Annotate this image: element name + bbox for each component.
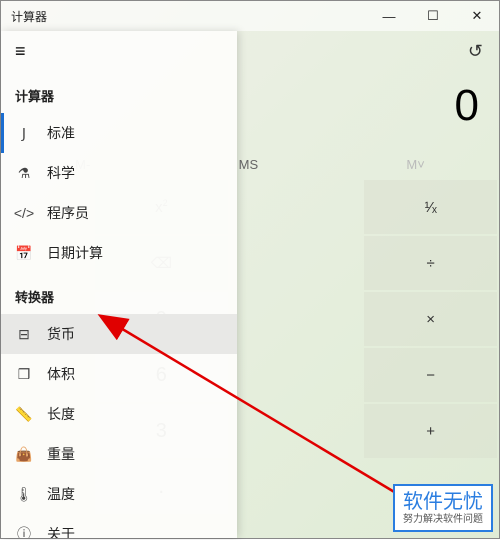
sidebar-item-label: 日期计算 bbox=[47, 243, 103, 263]
key-subtract[interactable]: − bbox=[364, 348, 497, 402]
sidebar-item-temperature[interactable]: 🌡 温度 bbox=[1, 474, 237, 514]
key-reciprocal[interactable]: ¹⁄ₓ bbox=[364, 180, 497, 234]
sidebar-item-label: 关于 bbox=[47, 524, 75, 538]
key-multiply[interactable]: × bbox=[364, 292, 497, 346]
watermark: 软件无忧 努力解决软件问题 bbox=[393, 484, 493, 532]
sidebar-item-weight[interactable]: 👜 重量 bbox=[1, 434, 237, 474]
standard-icon: 𝖩 bbox=[15, 125, 33, 142]
app-window: 计算器 — ☐ ✕ ↺ 0 M- MS M˅ x2 ¹⁄ₓ ⌫ ÷ 9 × 6 … bbox=[0, 0, 500, 539]
nav-sidebar: ≡ 计算器 𝖩 标准 ⚗ 科学 </> 程序员 📅 日期计算 转换器 ⊟ 货币 … bbox=[1, 31, 237, 538]
sidebar-item-standard[interactable]: 𝖩 标准 bbox=[1, 113, 237, 153]
key-spacer bbox=[230, 180, 363, 234]
history-icon[interactable]: ↺ bbox=[468, 41, 483, 62]
memory-store[interactable]: MS bbox=[239, 157, 259, 172]
sidebar-item-scientific[interactable]: ⚗ 科学 bbox=[1, 153, 237, 193]
info-icon: ⓘ bbox=[15, 524, 33, 538]
key-spacer bbox=[230, 236, 363, 290]
key-add[interactable]: + bbox=[364, 404, 497, 458]
flask-icon: ⚗ bbox=[15, 165, 33, 182]
section-converter: 转换器 bbox=[1, 273, 237, 314]
window-title: 计算器 bbox=[1, 8, 47, 25]
sidebar-item-label: 标准 bbox=[47, 123, 75, 143]
key-spacer bbox=[230, 404, 363, 458]
sidebar-item-currency[interactable]: ⊟ 货币 bbox=[1, 314, 237, 354]
sidebar-item-label: 程序员 bbox=[47, 203, 89, 223]
sidebar-item-label: 温度 bbox=[47, 484, 75, 504]
key-spacer bbox=[230, 292, 363, 346]
watermark-subtitle: 努力解决软件问题 bbox=[403, 514, 483, 526]
sidebar-item-volume[interactable]: ❒ 体积 bbox=[1, 354, 237, 394]
sidebar-item-date[interactable]: 📅 日期计算 bbox=[1, 233, 237, 273]
thermometer-icon: 🌡 bbox=[15, 486, 33, 503]
sidebar-item-length[interactable]: 📏 长度 bbox=[1, 394, 237, 434]
key-spacer bbox=[230, 460, 363, 514]
hamburger-icon[interactable]: ≡ bbox=[1, 31, 237, 72]
minimize-button[interactable]: — bbox=[367, 1, 411, 31]
sidebar-item-label: 科学 bbox=[47, 163, 75, 183]
memory-dim: M˅ bbox=[406, 157, 424, 172]
close-button[interactable]: ✕ bbox=[455, 1, 499, 31]
key-divide[interactable]: ÷ bbox=[364, 236, 497, 290]
ruler-icon: 📏 bbox=[15, 406, 33, 423]
cube-icon: ❒ bbox=[15, 366, 33, 383]
calendar-icon: 📅 bbox=[15, 245, 33, 262]
sidebar-item-programmer[interactable]: </> 程序员 bbox=[1, 193, 237, 233]
sidebar-item-label: 重量 bbox=[47, 444, 75, 464]
watermark-title: 软件无忧 bbox=[403, 490, 483, 514]
sidebar-item-label: 体积 bbox=[47, 364, 75, 384]
currency-icon: ⊟ bbox=[15, 326, 33, 343]
code-icon: </> bbox=[15, 205, 33, 221]
sidebar-item-about[interactable]: ⓘ 关于 bbox=[1, 514, 237, 538]
section-calculator: 计算器 bbox=[1, 72, 237, 113]
key-spacer bbox=[230, 348, 363, 402]
weight-icon: 👜 bbox=[15, 446, 33, 463]
titlebar: 计算器 — ☐ ✕ bbox=[1, 1, 499, 31]
sidebar-item-label: 长度 bbox=[47, 404, 75, 424]
maximize-button[interactable]: ☐ bbox=[411, 1, 455, 31]
sidebar-item-label: 货币 bbox=[47, 324, 75, 344]
window-controls: — ☐ ✕ bbox=[367, 1, 499, 31]
